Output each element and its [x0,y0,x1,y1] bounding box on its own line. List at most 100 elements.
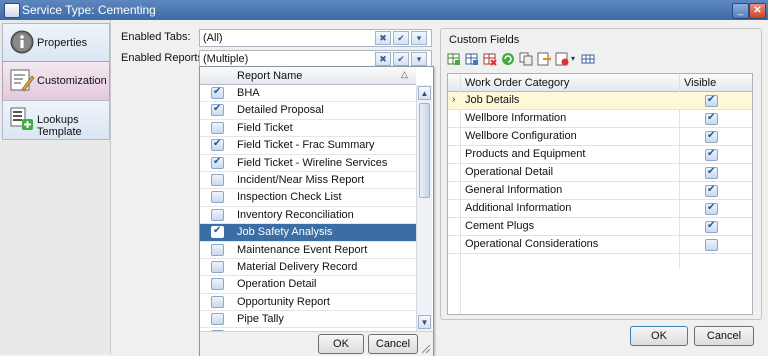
report-row[interactable]: Opportunity Report [200,294,416,312]
report-grid-header[interactable]: Report Name △ [200,67,416,85]
work-order-category: Cement Plugs [465,220,535,232]
chevron-down-icon[interactable]: ▾ [411,52,427,66]
report-name: Operation Detail [237,278,317,291]
report-checkbox[interactable] [211,208,224,221]
visible-checkbox[interactable] [705,202,718,215]
custom-field-row[interactable]: Operational Detail [448,164,752,182]
minimize-button[interactable]: _ [732,3,749,19]
work-order-category: Wellbore Information [465,112,567,124]
custom-field-row[interactable]: Wellbore Configuration [448,128,752,146]
custom-field-row[interactable]: Operational Considerations [448,236,752,254]
report-checkbox[interactable] [211,191,224,204]
report-row[interactable]: Maintenance Event Report [200,242,416,259]
resize-grip-icon[interactable] [421,344,431,354]
custom-field-row[interactable]: Wellbore Information [448,110,752,128]
nav-label-customization: Customization [37,75,107,87]
visible-checkbox[interactable] [705,220,718,233]
custom-field-row[interactable]: Cement Plugs [448,218,752,236]
report-row[interactable]: Incident/Near Miss Report [200,172,416,190]
enabled-tabs-combo[interactable]: (All) ✖ ✔ ▾ [199,29,432,47]
visible-checkbox[interactable] [705,184,718,197]
grid-edit-icon[interactable] [465,52,479,66]
work-order-category: Wellbore Configuration [465,130,577,142]
report-name: Maintenance Event Report [237,243,368,256]
refresh-icon[interactable] [501,52,515,66]
custom-field-row[interactable]: General Information [448,182,752,200]
report-checkbox[interactable] [211,260,224,273]
report-name: Field Ticket - Wireline Services [237,156,388,169]
report-checkbox[interactable] [211,225,224,239]
visible-checkbox[interactable] [705,94,718,107]
work-order-category-column-header[interactable]: Work Order Category [465,77,569,89]
export-icon[interactable] [537,52,551,66]
report-name: Incident/Near Miss Report [237,173,365,186]
report-row[interactable]: Job Safety Analysis [200,224,416,242]
dropdown-cancel-button[interactable]: Cancel [368,334,418,354]
cancel-button[interactable]: Cancel [694,326,754,346]
visible-checkbox[interactable] [705,112,718,125]
report-checkbox[interactable] [211,243,224,256]
visible-column-header[interactable]: Visible [684,77,716,89]
report-row[interactable]: Inspection Check List [200,189,416,207]
scroll-thumb[interactable] [419,103,430,198]
custom-field-row[interactable]: › Job Details [448,92,752,110]
customization-icon [10,69,35,92]
report-name: Field Ticket [237,121,293,134]
reports-dropdown: Report Name △ BHA Detailed Proposal Field … [199,66,434,356]
report-row[interactable]: Field Ticket - Frac Summary [200,137,416,155]
scroll-up-icon[interactable]: ▲ [418,86,431,100]
report-checkbox[interactable] [211,103,224,117]
scroll-down-icon[interactable]: ▼ [418,315,431,329]
nav-item-lookups-template[interactable]: Lookups Template [2,100,110,140]
sort-ascending-icon: △ [401,69,408,79]
report-checkbox[interactable] [211,173,224,186]
enabled-tabs-label: Enabled Tabs: [121,31,191,43]
clear-icon[interactable]: ✖ [375,31,391,45]
report-checkbox[interactable] [211,121,224,134]
report-row[interactable]: Field Ticket - Wireline Services [200,155,416,172]
report-row[interactable]: Field Ticket [200,120,416,138]
report-checkbox[interactable] [211,278,224,291]
check-all-icon[interactable]: ✔ [393,31,409,45]
report-row[interactable]: Pipe Tally [200,311,416,329]
report-checkbox[interactable] [211,156,224,169]
visible-checkbox[interactable] [705,166,718,179]
lookups-template-icon [10,107,33,130]
clear-icon[interactable]: ✖ [375,52,391,66]
report-checkbox[interactable] [211,295,224,308]
grid-delete-icon[interactable] [483,52,497,66]
report-scrollbar[interactable]: ▲ ▼ [416,85,432,331]
visible-checkbox[interactable] [705,130,718,143]
visible-checkbox[interactable] [705,148,718,161]
report-name: Job Safety Analysis [237,226,333,239]
report-name-column-header[interactable]: Report Name [237,70,302,82]
options-dropdown-icon[interactable]: ▾ [571,54,575,63]
chevron-down-icon[interactable]: ▾ [411,31,427,45]
info-icon [10,30,34,54]
custom-fields-title: Custom Fields [449,34,520,46]
work-order-category: Operational Considerations [465,238,599,250]
visible-checkbox[interactable] [705,239,718,251]
report-row[interactable]: Inventory Reconciliation [200,207,416,225]
grid-add-icon[interactable] [447,52,461,66]
grid-view-icon[interactable] [581,52,595,66]
enabled-reports-value: (Multiple) [203,53,249,65]
report-row[interactable]: BHA [200,85,416,103]
ok-button[interactable]: OK [630,326,688,346]
nav-item-properties[interactable]: Properties [2,23,110,63]
dropdown-ok-button[interactable]: OK [318,334,364,354]
report-checkbox[interactable] [211,313,224,326]
report-checkbox[interactable] [211,138,224,152]
options-icon[interactable] [555,52,569,66]
custom-field-row[interactable]: Additional Information [448,200,752,218]
copy-icon[interactable] [519,52,533,66]
app-icon [4,3,20,18]
check-all-icon[interactable]: ✔ [393,52,409,66]
report-row[interactable]: Operation Detail [200,276,416,294]
report-checkbox[interactable] [211,86,224,99]
nav-item-customization[interactable]: Customization [2,61,110,101]
report-row[interactable]: Material Delivery Record [200,259,416,277]
close-button[interactable]: ✕ [749,3,766,19]
report-row[interactable]: Detailed Proposal [200,102,416,120]
custom-field-row[interactable]: Products and Equipment [448,146,752,164]
